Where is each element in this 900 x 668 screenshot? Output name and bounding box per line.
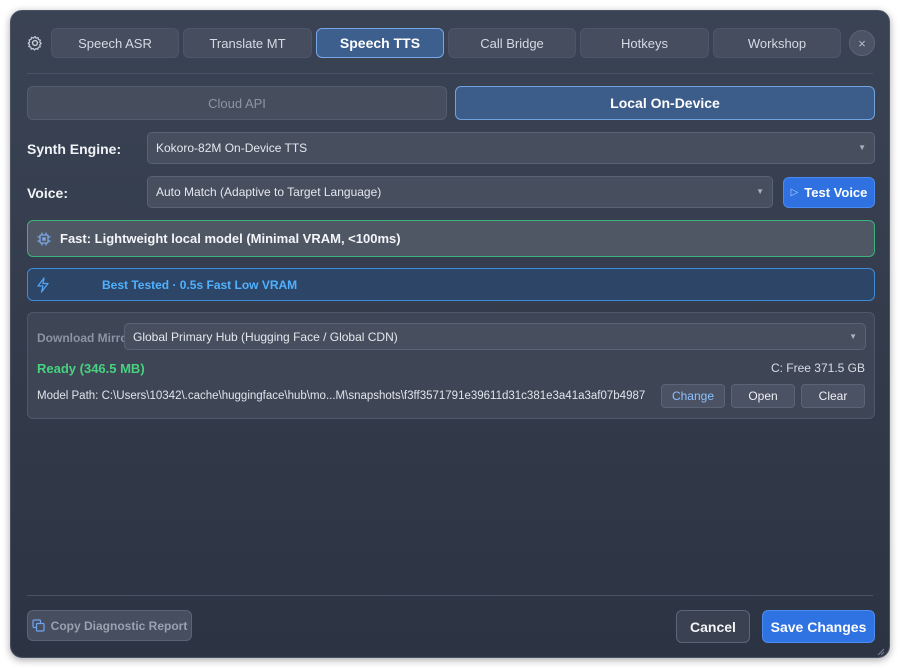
tab-speech-asr[interactable]: Speech ASR [51, 28, 179, 58]
copy-diagnostic-label: Copy Diagnostic Report [50, 618, 188, 633]
copy-diagnostic-button[interactable]: Copy Diagnostic Report [27, 610, 192, 641]
download-mirror-value: Global Primary Hub (Hugging Face / Globa… [133, 329, 398, 344]
tab-call-bridge[interactable]: Call Bridge [448, 28, 576, 58]
settings-window: Speech ASR Translate MT Speech TTS Call … [10, 10, 890, 658]
test-voice-label: Test Voice [804, 185, 868, 200]
chevron-down-icon: ▼ [849, 332, 857, 341]
tab-hotkeys[interactable]: Hotkeys [580, 28, 709, 58]
gear-icon[interactable] [25, 28, 45, 58]
synth-engine-label: Synth Engine: [27, 141, 122, 157]
change-path-button[interactable]: Change [661, 384, 725, 408]
divider [27, 73, 873, 74]
resize-grip-icon[interactable] [875, 643, 885, 656]
free-space: C: Free 371.5 GB [770, 361, 865, 375]
mode-local-device-button[interactable]: Local On-Device [455, 86, 875, 120]
tab-bar: Speech ASR Translate MT Speech TTS Call … [25, 28, 875, 58]
voice-value: Auto Match (Adaptive to Target Language) [156, 185, 382, 199]
chevron-down-icon: ▼ [756, 187, 764, 196]
synth-engine-select[interactable]: Kokoro-82M On-Device TTS ▼ [147, 132, 875, 164]
copy-icon [32, 619, 45, 632]
tab-workshop[interactable]: Workshop [713, 28, 841, 58]
voice-label: Voice: [27, 185, 68, 201]
download-mirror-select[interactable]: Global Primary Hub (Hugging Face / Globa… [124, 323, 866, 350]
save-button[interactable]: Save Changes [762, 610, 875, 643]
cancel-button[interactable]: Cancel [676, 610, 750, 643]
speed-banner-text: Fast: Lightweight local model (Minimal V… [60, 231, 401, 246]
speed-banner: Fast: Lightweight local model (Minimal V… [27, 220, 875, 257]
tested-banner: Best Tested · 0.5s Fast Low VRAM [27, 268, 875, 301]
open-folder-button[interactable]: Open [731, 384, 795, 408]
tab-speech-tts[interactable]: Speech TTS [316, 28, 444, 58]
clear-model-button[interactable]: Clear [801, 384, 865, 408]
tab-translate-mt[interactable]: Translate MT [183, 28, 312, 58]
model-panel: Download Mirror Global Primary Hub (Hugg… [27, 312, 875, 419]
divider [27, 595, 873, 596]
cpu-chip-icon [36, 231, 52, 247]
chevron-down-icon: ▼ [858, 143, 866, 152]
mode-cloud-api-button[interactable]: Cloud API [27, 86, 447, 120]
play-icon: ▷ [790, 187, 799, 198]
voice-select[interactable]: Auto Match (Adaptive to Target Language)… [147, 176, 773, 208]
lightning-icon [36, 276, 50, 293]
synth-engine-value: Kokoro-82M On-Device TTS [156, 141, 308, 155]
close-icon[interactable]: × [849, 30, 875, 56]
model-path: Model Path: C:\Users\10342\.cache\huggin… [37, 390, 646, 402]
tested-banner-text: Best Tested · 0.5s Fast Low VRAM [102, 277, 298, 292]
download-mirror-label: Download Mirror [37, 331, 133, 345]
test-voice-button[interactable]: ▷ Test Voice [783, 177, 875, 208]
model-status: Ready (346.5 MB) [37, 361, 145, 376]
